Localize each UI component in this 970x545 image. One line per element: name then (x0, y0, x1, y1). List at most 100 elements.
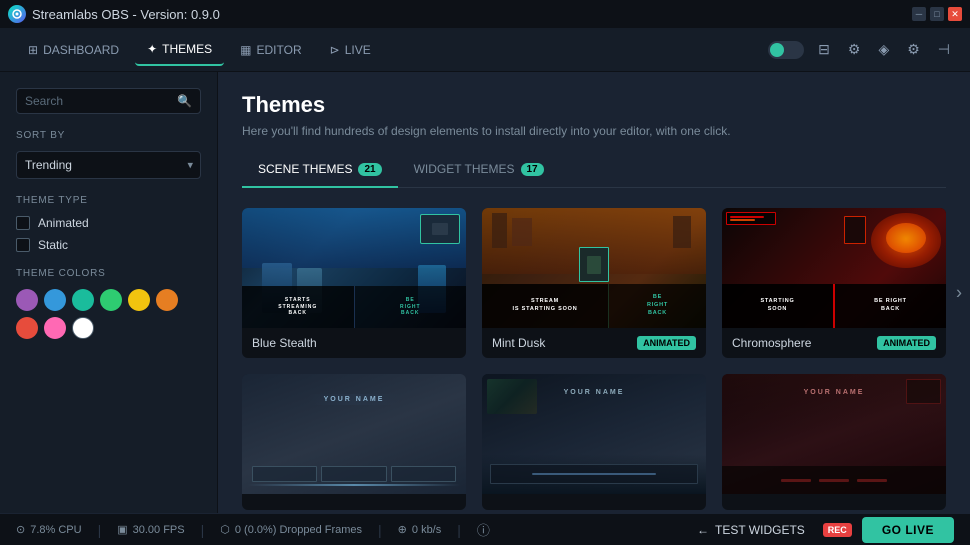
page-title: Themes (242, 92, 946, 118)
theme-preview-chromosphere: STARTINGSOON BE RIGHTBACK (722, 208, 946, 328)
color-purple[interactable] (16, 289, 38, 311)
cpu-value: 7.8% CPU (30, 524, 81, 536)
nav-dashboard-label: DASHBOARD (43, 43, 119, 57)
titlebar-title: Streamlabs OBS - Version: 0.9.0 (32, 7, 220, 22)
theme-card-info-row2-2 (482, 494, 706, 510)
dropped-value: 0 (0.0%) Dropped Frames (235, 524, 362, 536)
color-green[interactable] (100, 289, 122, 311)
fps-value: 30.00 FPS (133, 524, 185, 536)
nav-item-editor[interactable]: ▦ EDITOR (228, 35, 313, 65)
navbar: ⊞ DASHBOARD ✦ THEMES ▦ EDITOR ⊳ LIVE ⊟ ⚙… (0, 28, 970, 72)
theme-name-blue-stealth: Blue Stealth (252, 336, 317, 350)
nav-item-dashboard[interactable]: ⊞ DASHBOARD (16, 35, 131, 65)
animated-checkbox[interactable] (16, 216, 30, 230)
equalizer-icon[interactable]: ⊟ (814, 37, 834, 62)
search-icon[interactable]: 🔍 (177, 94, 192, 108)
content-area: Themes Here you'll find hundreds of desi… (218, 72, 970, 513)
sort-by-label: SORT BY (16, 130, 201, 141)
theme-toggle[interactable] (768, 41, 804, 59)
go-live-button[interactable]: GO LIVE (862, 517, 954, 543)
theme-name-chromosphere: Chromosphere (732, 336, 811, 350)
theme-card-info-row2-3 (722, 494, 946, 510)
nav-themes-label: THEMES (162, 42, 212, 56)
dropped-status: ⬡ 0 (0.0%) Dropped Frames (220, 523, 362, 536)
color-yellow[interactable] (128, 289, 150, 311)
maximize-button[interactable]: □ (930, 7, 944, 21)
scene-themes-tab-label: SCENE THEMES (258, 162, 352, 176)
editor-icon: ▦ (240, 43, 251, 57)
minimize-button[interactable]: ─ (912, 7, 926, 21)
tab-widget-themes[interactable]: WIDGET THEMES 17 (398, 154, 560, 188)
widget-themes-tab-label: WIDGET THEMES (414, 162, 515, 176)
themes-icon: ✦ (147, 42, 157, 56)
scroll-right-arrow[interactable]: › (956, 282, 962, 303)
theme-card-mint-dusk[interactable]: STREAMIS STARTING SOON BERIGHTBACK Mint … (482, 208, 706, 358)
cpu-status: ⊙ 7.8% CPU (16, 523, 82, 536)
page-description: Here you'll find hundreds of design elem… (242, 124, 842, 138)
theme-card-row2-1[interactable]: YOUR NAME (242, 374, 466, 510)
tab-scene-themes[interactable]: SCENE THEMES 21 (242, 154, 398, 188)
theme-card-info-row2-1 (242, 494, 466, 510)
theme-card-info-mint-dusk: Mint Dusk ANIMATED (482, 328, 706, 358)
tabs-row: SCENE THEMES 21 WIDGET THEMES 17 (242, 154, 946, 188)
nav-right: ⊟ ⚙ ◈ ⚙ ⊣ (768, 37, 954, 62)
divider-3: | (378, 522, 382, 538)
nav-live-label: LIVE (345, 43, 371, 57)
toggle-dot (770, 43, 784, 57)
dropped-icon: ⬡ (220, 523, 230, 536)
scene-themes-badge: 21 (358, 163, 381, 176)
nav-item-live[interactable]: ⊳ LIVE (318, 35, 383, 65)
page-header: Themes Here you'll find hundreds of desi… (242, 92, 946, 138)
color-white[interactable] (72, 317, 94, 339)
info-icon[interactable]: ⓘ (477, 520, 490, 539)
color-blue[interactable] (44, 289, 66, 311)
cpu-icon: ⊙ (16, 523, 25, 536)
theme-card-chromosphere[interactable]: STARTINGSOON BE RIGHTBACK Chromosphere A… (722, 208, 946, 358)
mint-dusk-animated-badge: ANIMATED (637, 336, 696, 350)
themes-grid: STARTSSTREAMINGBACK BERIGHTBACK Blue Ste… (242, 208, 946, 510)
discord-icon[interactable]: ◈ (874, 37, 893, 62)
theme-card-row2-3[interactable]: YOUR NAME (722, 374, 946, 510)
theme-preview-row2-3: YOUR NAME (722, 374, 946, 494)
titlebar: Streamlabs OBS - Version: 0.9.0 ─ □ ✕ (0, 0, 970, 28)
color-teal[interactable] (72, 289, 94, 311)
bandwidth-value: 0 kb/s (412, 524, 441, 536)
close-button[interactable]: ✕ (948, 7, 962, 21)
logout-icon[interactable]: ⊣ (934, 37, 954, 62)
static-checkbox[interactable] (16, 238, 30, 252)
settings-icon[interactable]: ⚙ (903, 37, 924, 62)
color-pink[interactable] (44, 317, 66, 339)
static-checkbox-item[interactable]: Static (16, 238, 201, 252)
theme-preview-mint-dusk: STREAMIS STARTING SOON BERIGHTBACK (482, 208, 706, 328)
bandwidth-status: ⊕ 0 kb/s (398, 523, 442, 536)
rec-badge: REC (823, 523, 852, 537)
animated-label: Animated (38, 216, 89, 230)
search-input[interactable] (25, 94, 171, 108)
fps-status: ▣ 30.00 FPS (117, 523, 184, 536)
static-label: Static (38, 238, 68, 252)
theme-card-blue-stealth[interactable]: STARTSSTREAMINGBACK BERIGHTBACK Blue Ste… (242, 208, 466, 358)
theme-card-row2-2[interactable]: YOUR NAME (482, 374, 706, 510)
animated-checkbox-item[interactable]: Animated (16, 216, 201, 230)
sort-select-wrapper: Trending Newest Popular (16, 151, 201, 179)
nav-item-themes[interactable]: ✦ THEMES (135, 34, 224, 66)
chromosphere-animated-badge: ANIMATED (877, 336, 936, 350)
test-widgets-button[interactable]: ← TEST WIDGETS (689, 519, 813, 541)
color-red[interactable] (16, 317, 38, 339)
color-orange[interactable] (156, 289, 178, 311)
search-box[interactable]: 🔍 (16, 88, 201, 114)
theme-preview-row2-2: YOUR NAME (482, 374, 706, 494)
divider-4: | (457, 522, 461, 538)
theme-card-info-chromosphere: Chromosphere ANIMATED (722, 328, 946, 358)
titlebar-controls[interactable]: ─ □ ✕ (912, 7, 962, 21)
color-grid (16, 289, 201, 339)
theme-preview-row2-1: YOUR NAME (242, 374, 466, 494)
test-widgets-label: TEST WIDGETS (715, 523, 805, 537)
app-logo (8, 5, 26, 23)
divider-1: | (98, 522, 102, 538)
statusbar-right: ← TEST WIDGETS REC GO LIVE (689, 517, 954, 543)
user-icon[interactable]: ⚙ (844, 37, 865, 62)
widget-themes-badge: 17 (521, 163, 544, 176)
sort-select[interactable]: Trending Newest Popular (16, 151, 201, 179)
arrow-left-icon: ← (697, 523, 709, 537)
